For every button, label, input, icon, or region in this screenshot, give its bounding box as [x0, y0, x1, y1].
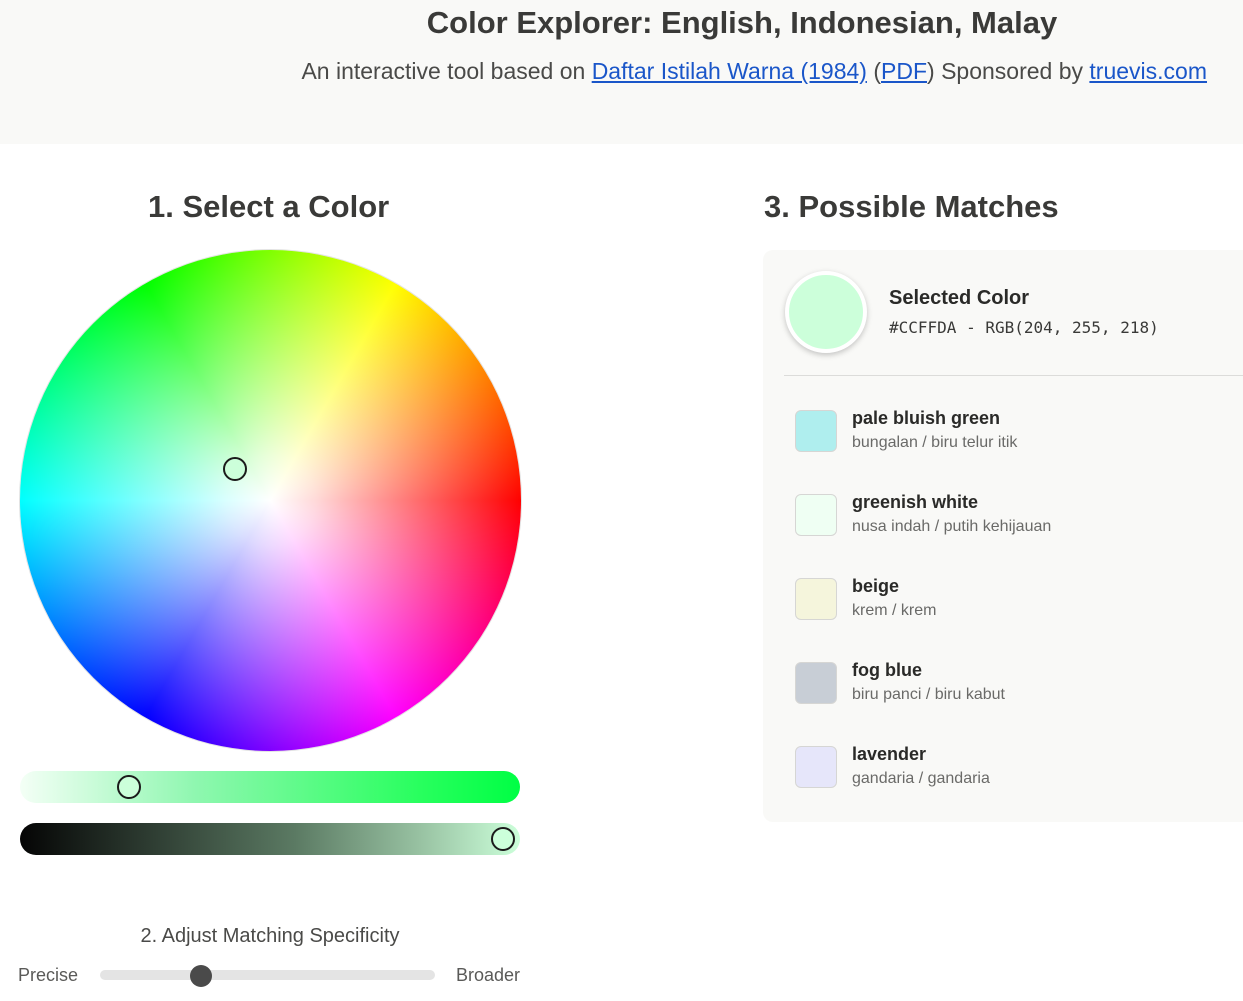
color-picker-handle-icon[interactable]: [223, 457, 247, 481]
possible-matches-heading: 3. Possible Matches: [764, 189, 1059, 224]
match-item[interactable]: greenish white nusa indah / putih kehija…: [795, 492, 1235, 538]
specificity-slider-track[interactable]: [100, 970, 435, 980]
match-english-name: lavender: [852, 744, 927, 764]
page-title: Color Explorer: English, Indonesian, Mal…: [426, 5, 1058, 40]
saturation-slider[interactable]: [20, 771, 520, 803]
match-swatch: [795, 746, 837, 788]
selected-color-title: Selected Color: [889, 287, 1030, 309]
adjust-specificity-label: 2. Adjust Matching Specificity: [140, 925, 400, 947]
match-english-name: greenish white: [852, 492, 979, 512]
match-swatch: [795, 662, 837, 704]
brightness-slider-handle-icon[interactable]: [491, 827, 515, 851]
match-swatch: [795, 494, 837, 536]
paren-open: (: [866, 58, 882, 84]
match-swatch: [795, 578, 837, 620]
match-local-names: krem / krem: [852, 602, 937, 619]
paren-close: ): [927, 58, 935, 84]
select-color-heading: 1. Select a Color: [148, 189, 390, 224]
match-item[interactable]: fog blue biru panci / biru kabut: [795, 660, 1235, 706]
matches-divider: [784, 375, 1243, 376]
saturation-slider-handle-icon[interactable]: [117, 775, 141, 799]
match-item[interactable]: lavender gandaria / gandaria: [795, 744, 1235, 790]
match-local-names: gandaria / gandaria: [852, 770, 990, 787]
daftar-istilah-link[interactable]: Daftar Istilah Warna (1984): [592, 58, 867, 84]
match-item[interactable]: pale bluish green bungalan / biru telur …: [795, 408, 1235, 454]
sponsor-link[interactable]: truevis.com: [1089, 58, 1207, 84]
match-local-names: biru panci / biru kabut: [852, 686, 1005, 703]
match-local-names: nusa indah / putih kehijauan: [852, 518, 1052, 535]
broader-label: Broader: [456, 965, 521, 985]
match-english-name: beige: [852, 576, 900, 596]
color-wheel[interactable]: [20, 250, 521, 751]
sponsored-text: Sponsored by: [934, 58, 1090, 84]
specificity-slider-thumb[interactable]: [189, 965, 212, 987]
pdf-link[interactable]: PDF: [881, 58, 927, 84]
match-english-name: pale bluish green: [852, 408, 1001, 428]
match-english-name: fog blue: [852, 660, 922, 680]
precise-label: Precise: [18, 965, 79, 985]
brightness-slider[interactable]: [20, 823, 520, 855]
selected-color-swatch: [785, 271, 867, 353]
selected-color-code: #CCFFDA - RGB(204, 255, 218): [889, 318, 1159, 337]
color-wheel-saturation-overlay: [20, 250, 521, 751]
match-swatch: [795, 410, 837, 452]
page-subtitle: An interactive tool based on Daftar Isti…: [301, 58, 1207, 85]
match-item[interactable]: beige krem / krem: [795, 576, 1235, 622]
subtitle-prefix: An interactive tool based on: [301, 58, 592, 84]
match-local-names: bungalan / biru telur itik: [852, 434, 1018, 451]
page-header: Color Explorer: English, Indonesian, Mal…: [0, 0, 1243, 144]
